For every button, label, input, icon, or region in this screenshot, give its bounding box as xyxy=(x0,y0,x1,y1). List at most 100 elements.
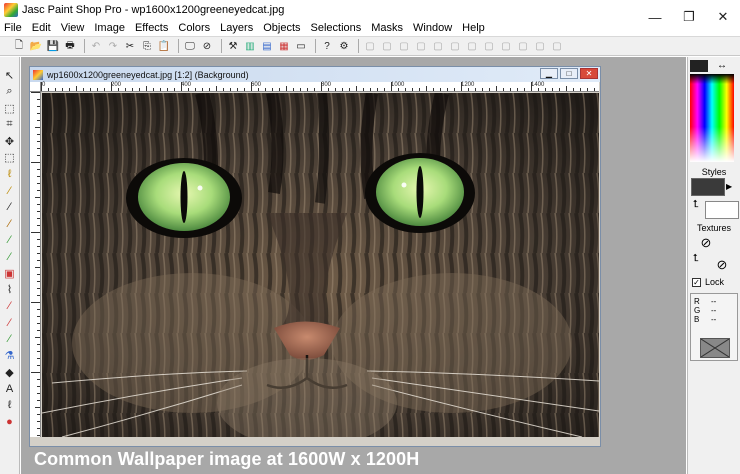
menu-colors[interactable]: Colors xyxy=(178,22,210,34)
layer-palette-icon[interactable]: ▤ xyxy=(260,39,274,53)
document-close-button[interactable]: ✕ xyxy=(580,68,598,79)
print-icon[interactable]: 🖶 xyxy=(63,39,77,53)
help-icon[interactable]: ? xyxy=(320,39,334,53)
crop-tool-icon[interactable]: ⌗ xyxy=(2,117,18,134)
ruler-tick xyxy=(447,88,448,91)
color-replacer-tool-icon[interactable]: ⁄ xyxy=(2,249,18,266)
background-style-box[interactable] xyxy=(705,201,739,219)
ruler-tick xyxy=(510,88,511,91)
menu-help[interactable]: Help xyxy=(462,22,485,34)
ruler-tick xyxy=(37,260,40,261)
ruler-label: 200 xyxy=(111,82,122,88)
ruler-tick xyxy=(237,88,238,91)
menu-effects[interactable]: Effects xyxy=(135,22,168,34)
redo-icon[interactable]: ↷ xyxy=(106,39,120,53)
ruler-tick xyxy=(37,435,40,436)
color-spectrum[interactable] xyxy=(690,74,734,162)
eraser-tool-icon[interactable]: ⁄ xyxy=(2,298,18,315)
no-texture-icon[interactable]: ⊘ xyxy=(714,257,730,273)
menu-file[interactable]: File xyxy=(4,22,22,34)
no-texture-icon[interactable]: ⊘ xyxy=(698,235,714,251)
disabled-toolbar-icon[interactable]: ▢ xyxy=(380,39,394,53)
airbrush-tool-icon[interactable]: ⁄ xyxy=(2,331,18,348)
open-icon[interactable]: 📂 xyxy=(29,39,43,53)
swap-colors-icon[interactable]: ↔ xyxy=(708,60,736,72)
selection-tool-icon[interactable]: ⬚ xyxy=(2,150,18,167)
swap-texture-icon[interactable]: ⮤ xyxy=(693,253,699,264)
draw-tool-icon[interactable]: A xyxy=(2,381,18,398)
browse-icon[interactable]: ⊘ xyxy=(200,39,214,53)
ruler-tick xyxy=(31,302,40,303)
tool-palette: ↖ ⌕ ⬚ ⌗ ✥ ⬚ ℓ ⁄ ⁄ ⁄ ⁄ ⁄ ▣ ⌇ ⁄ ⁄ ⁄ ⚗ ◆ A … xyxy=(0,57,20,474)
save-icon[interactable]: 💾 xyxy=(46,39,60,53)
menu-edit[interactable]: Edit xyxy=(32,22,51,34)
freehand-tool-icon[interactable]: ℓ xyxy=(2,166,18,183)
histogram-icon[interactable]: ▥ xyxy=(243,39,257,53)
disabled-toolbar-icon[interactable]: ▢ xyxy=(499,39,513,53)
swap-style-icon[interactable]: ⮤ xyxy=(693,199,699,210)
cut-icon[interactable]: ✂ xyxy=(123,39,137,53)
picture-tube-tool-icon[interactable]: ⁄ xyxy=(2,315,18,332)
script-icon[interactable]: ⚙ xyxy=(337,39,351,53)
disabled-toolbar-icon[interactable]: ▢ xyxy=(414,39,428,53)
disabled-toolbar-icon[interactable]: ▢ xyxy=(550,39,564,53)
menu-view[interactable]: View xyxy=(61,22,85,34)
disabled-toolbar-icon[interactable]: ▢ xyxy=(448,39,462,53)
disabled-toolbar-icon[interactable]: ▢ xyxy=(482,39,496,53)
new-icon[interactable]: 🗋 xyxy=(12,39,26,53)
lock-checkbox[interactable]: ✓ xyxy=(692,277,701,287)
foreground-style-box[interactable] xyxy=(691,178,725,196)
paste-icon[interactable]: 📋 xyxy=(157,39,171,53)
menu-layers[interactable]: Layers xyxy=(220,22,253,34)
mover-tool-icon[interactable]: ✥ xyxy=(2,133,18,150)
ruler-tick xyxy=(62,88,63,91)
ruler-tick xyxy=(37,225,40,226)
image-canvas[interactable] xyxy=(42,93,599,437)
scratch-remover-tool-icon[interactable]: ⌇ xyxy=(2,282,18,299)
tool-palette-icon[interactable]: ⚒ xyxy=(226,39,240,53)
undo-icon[interactable]: ↶ xyxy=(89,39,103,53)
clone-brush-tool-icon[interactable]: ⁄ xyxy=(2,232,18,249)
ruler-tick xyxy=(531,82,532,91)
menu-selections[interactable]: Selections xyxy=(311,22,362,34)
active-color-swatch[interactable] xyxy=(690,60,708,72)
document-title-bar[interactable]: wp1600x1200greeneyedcat.jpg [1:2] (Backg… xyxy=(30,67,600,82)
disabled-toolbar-icon[interactable]: ▢ xyxy=(465,39,479,53)
document-minimize-button[interactable]: ▁ xyxy=(540,68,558,79)
disabled-toolbar-icon[interactable]: ▢ xyxy=(516,39,530,53)
menu-window[interactable]: Window xyxy=(413,22,452,34)
ruler-tick xyxy=(31,92,40,93)
retouch-tool-icon[interactable]: ▣ xyxy=(2,265,18,282)
ruler-tick xyxy=(594,88,595,91)
object-selector-tool-icon[interactable]: ● xyxy=(2,414,18,431)
document-maximize-button[interactable]: □ xyxy=(560,68,578,79)
document-window[interactable]: wp1600x1200greeneyedcat.jpg [1:2] (Backg… xyxy=(29,66,601,447)
document-icon[interactable] xyxy=(33,69,43,80)
app-icon[interactable] xyxy=(4,3,18,17)
flood-fill-tool-icon[interactable]: ⚗ xyxy=(2,348,18,365)
overview-icon[interactable]: ▦ xyxy=(277,39,291,53)
disabled-toolbar-icon[interactable]: ▢ xyxy=(363,39,377,53)
ruler-tick xyxy=(37,358,40,359)
full-screen-icon[interactable]: 🖵 xyxy=(183,39,197,53)
control-palette-icon[interactable]: ▭ xyxy=(294,39,308,53)
menu-image[interactable]: Image xyxy=(94,22,125,34)
copy-icon[interactable]: ⎘ xyxy=(140,39,154,53)
text-tool-icon[interactable]: ◆ xyxy=(2,364,18,381)
menu-masks[interactable]: Masks xyxy=(371,22,403,34)
zoom-tool-icon[interactable]: ⌕ xyxy=(2,84,18,101)
paint-brush-tool-icon[interactable]: ⁄ xyxy=(2,216,18,233)
style-dropdown-icon[interactable]: ▶ xyxy=(726,182,732,191)
ruler-label: 800 xyxy=(321,82,332,88)
preset-shapes-tool-icon[interactable]: ℓ xyxy=(2,397,18,414)
disabled-toolbar-icon[interactable]: ▢ xyxy=(431,39,445,53)
disabled-toolbar-icon[interactable]: ▢ xyxy=(533,39,547,53)
disabled-toolbar-icon[interactable]: ▢ xyxy=(397,39,411,53)
dropper-tool-icon[interactable]: ⁄ xyxy=(2,199,18,216)
ruler-tick xyxy=(370,88,371,91)
arrow-tool-icon[interactable]: ↖ xyxy=(2,67,18,84)
menu-objects[interactable]: Objects xyxy=(263,22,300,34)
deform-tool-icon[interactable]: ⬚ xyxy=(2,100,18,117)
ruler-tick xyxy=(475,88,476,91)
magic-wand-tool-icon[interactable]: ⁄ xyxy=(2,183,18,200)
